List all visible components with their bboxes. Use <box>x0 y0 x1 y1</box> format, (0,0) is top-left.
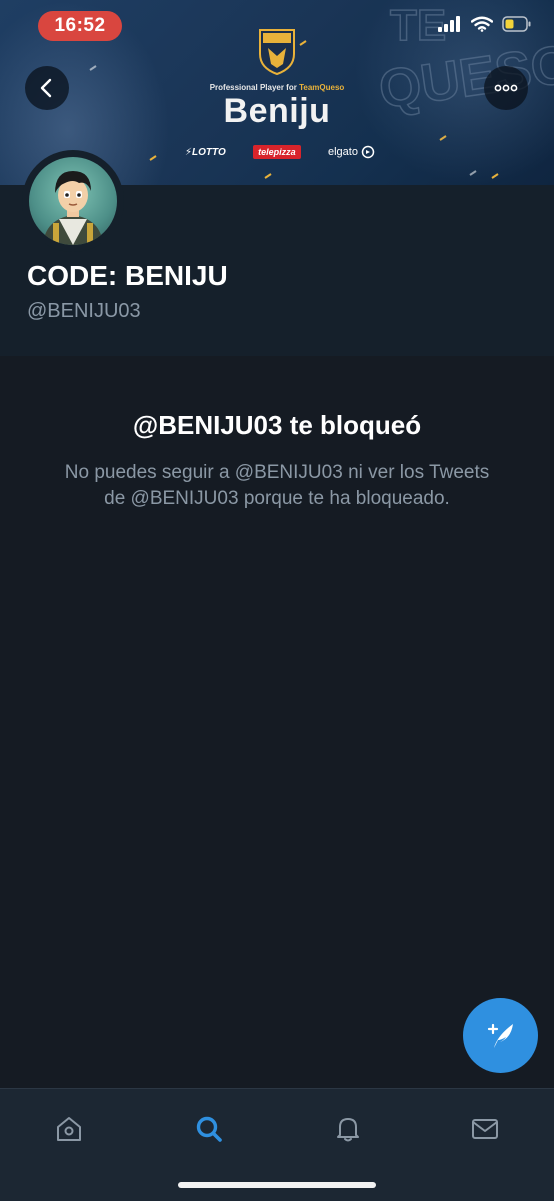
back-button[interactable] <box>25 66 69 110</box>
profile-avatar[interactable] <box>22 150 124 252</box>
home-icon <box>57 1117 81 1141</box>
home-indicator[interactable] <box>178 1182 376 1188</box>
blocked-message: No puedes seguir a @BENIJU03 ni ver los … <box>64 462 490 509</box>
tagline-prefix: Professional Player for <box>209 83 297 92</box>
more-options-button[interactable] <box>484 66 528 110</box>
banner-player-name: Beniju <box>223 92 331 130</box>
compose-tweet-button[interactable] <box>463 998 538 1073</box>
sponsor-lotto-text: LOTTO <box>192 146 226 158</box>
sponsor-telepizza: telepizza <box>253 145 301 159</box>
tagline-team: TeamQueso <box>299 83 345 92</box>
compose-feather-icon <box>487 1023 513 1048</box>
status-time: 16:52 <box>38 11 122 41</box>
status-icons <box>438 16 532 32</box>
avatar-illustration <box>43 171 103 245</box>
cellular-signal-icon <box>438 16 460 32</box>
status-bar: 16:52 <box>0 0 554 50</box>
sponsor-lotto: ⚡LOTTO <box>185 146 226 158</box>
sponsor-elgato-text: elgato <box>328 146 358 158</box>
profile-display-name: CODE: BENIJU <box>27 260 228 291</box>
tab-notifications[interactable] <box>326 1107 370 1151</box>
chevron-left-icon <box>40 78 52 98</box>
tab-home[interactable] <box>47 1107 91 1151</box>
sponsor-elgato: elgato <box>328 145 375 159</box>
blocked-title: @BENIJU03 te bloqueó <box>132 410 422 440</box>
mail-icon <box>472 1119 498 1139</box>
sponsor-logos: ⚡LOTTO telepizza elgato <box>185 143 375 161</box>
more-horizontal-icon <box>494 84 518 92</box>
banner-tagline: Professional Player for TeamQueso <box>0 83 554 92</box>
avatar-image <box>29 157 117 245</box>
profile-handle: @BENIJU03 <box>27 300 141 322</box>
elgato-icon <box>361 145 375 159</box>
bell-icon <box>337 1118 359 1142</box>
tab-search[interactable] <box>187 1107 231 1151</box>
search-icon <box>196 1116 222 1142</box>
wifi-icon <box>471 16 493 32</box>
tab-messages[interactable] <box>463 1107 507 1151</box>
battery-icon <box>502 16 531 32</box>
